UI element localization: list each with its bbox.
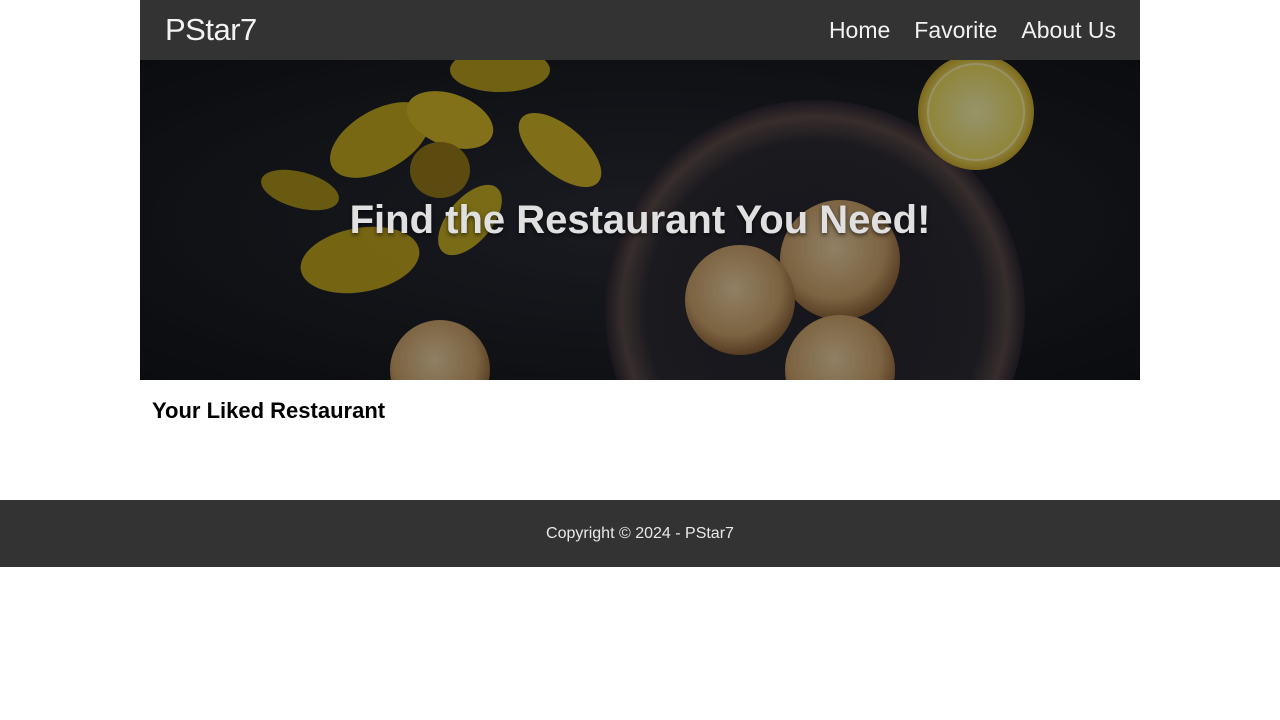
brand-logo[interactable]: PStar7 [165, 12, 257, 48]
nav-link-about-us[interactable]: About Us [1021, 17, 1116, 43]
nav-menu: Home Favorite About Us [829, 17, 1116, 44]
footer: Copyright © 2024 - PStar7 [0, 500, 1280, 567]
nav-item-home: Home [829, 17, 890, 44]
nav-item-about: About Us [1021, 17, 1116, 44]
nav-link-home[interactable]: Home [829, 17, 890, 43]
hero-title: Find the Restaurant You Need! [349, 198, 931, 242]
section-title: Your Liked Restaurant [152, 398, 386, 423]
hero-banner: Find the Restaurant You Need! [140, 60, 1140, 380]
nav-item-favorite: Favorite [914, 17, 997, 44]
nav-link-favorite[interactable]: Favorite [914, 17, 997, 43]
page-container: PStar7 Home Favorite About Us Find the R… [140, 0, 1140, 500]
copyright-text: Copyright © 2024 - PStar7 [546, 524, 734, 542]
main-content: Your Liked Restaurant [140, 380, 1140, 500]
navbar: PStar7 Home Favorite About Us [140, 0, 1140, 60]
